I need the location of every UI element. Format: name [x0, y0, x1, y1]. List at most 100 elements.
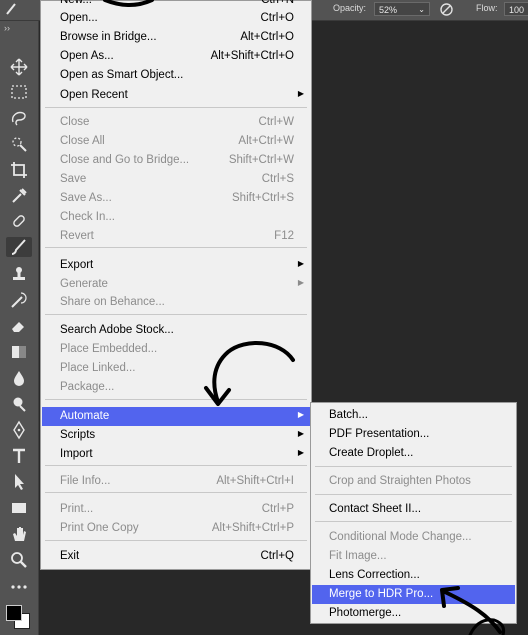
submenu-separator — [315, 466, 512, 467]
menu-separator — [45, 465, 307, 466]
menu-item-shortcut: Alt+Shift+Ctrl+O — [210, 50, 294, 62]
move-icon[interactable] — [6, 57, 32, 77]
menu-item-shortcut: Alt+Ctrl+O — [240, 31, 294, 43]
menu-separator — [45, 399, 307, 400]
menu-item-close-and-go-to-bridge: Close and Go to Bridge... Shift+Ctrl+W — [42, 151, 310, 170]
menu-item-file-info: File Info... Alt+Shift+Ctrl+I — [42, 472, 310, 491]
stamp-icon[interactable] — [6, 264, 32, 284]
menu-item-scripts[interactable]: Scripts ▶ — [42, 426, 310, 445]
eraser-icon[interactable] — [6, 316, 32, 336]
submenu-item-label: Photomerge... — [329, 607, 402, 619]
pen-icon[interactable] — [6, 420, 32, 440]
eyedropper-icon[interactable] — [6, 186, 32, 206]
marquee-icon[interactable] — [6, 82, 32, 102]
submenu-item-label: Conditional Mode Change... — [329, 531, 472, 543]
submenu-item-label: Batch... — [329, 409, 368, 421]
brush-preset-icon[interactable] — [4, 2, 18, 16]
submenu-item-pdf-presentation[interactable]: PDF Presentation... — [312, 425, 515, 444]
flow-value: 100 — [509, 5, 525, 15]
file-menu: New... Ctrl+N Open... Ctrl+O Browse in Bridg… — [40, 0, 312, 570]
submenu-arrow-icon: ▶ — [297, 278, 304, 287]
submenu-arrow-icon: ▶ — [297, 89, 304, 98]
menu-item-label: Check In... — [60, 211, 115, 223]
menu-item-label: Automate — [60, 410, 110, 422]
hand-icon[interactable] — [6, 524, 32, 544]
menu-item-label: New... — [60, 0, 92, 6]
submenu-item-label: Crop and Straighten Photos — [329, 475, 471, 487]
submenu-item-contact-sheet-ii[interactable]: Contact Sheet II... — [312, 500, 515, 519]
submenu-separator — [315, 494, 512, 495]
submenu-item-conditional-mode-change: Conditional Mode Change... — [312, 528, 515, 547]
submenu-item-photomerge[interactable]: Photomerge... — [312, 604, 515, 623]
menu-item-shortcut: Alt+Ctrl+W — [238, 135, 294, 147]
menu-item-save-as: Save As... Shift+Ctrl+S — [42, 189, 310, 208]
menu-item-label: Place Embedded... — [60, 343, 158, 355]
zoom-icon[interactable] — [6, 550, 32, 570]
menu-item-print: Print... Ctrl+P — [42, 500, 310, 519]
menu-item-shortcut: Ctrl+W — [258, 116, 294, 128]
menu-item-label: Package... — [60, 381, 115, 393]
submenu-item-batch[interactable]: Batch... — [312, 406, 515, 425]
menu-item-open-as[interactable]: Open As... Alt+Shift+Ctrl+O — [42, 47, 310, 66]
menu-item-shortcut: Ctrl+S — [261, 173, 294, 185]
menu-item-export[interactable]: Export ▶ — [42, 256, 310, 275]
menu-item-shortcut: Ctrl+P — [261, 503, 294, 515]
menu-item-share-on-behance: Share on Behance... — [42, 293, 310, 312]
opacity-field[interactable]: 52% ⌄ — [374, 2, 430, 16]
menu-item-label: Print One Copy — [60, 522, 139, 534]
menu-separator — [45, 107, 307, 108]
submenu-item-create-droplet[interactable]: Create Droplet... — [312, 444, 515, 463]
menu-item-import[interactable]: Import ▶ — [42, 445, 310, 464]
opacity-value: 52% — [379, 5, 398, 15]
submenu-item-lens-correction[interactable]: Lens Correction... — [312, 566, 515, 585]
submenu-item-label: Fit Image... — [329, 550, 387, 562]
panel-collapse-icon[interactable]: ›› — [4, 23, 10, 33]
menu-item-revert: Revert F12 — [42, 227, 310, 246]
submenu-item-merge-to-hdr-pro[interactable]: Merge to HDR Pro... — [312, 585, 515, 604]
menu-item-open[interactable]: Open... Ctrl+O — [42, 9, 310, 28]
menu-separator — [45, 540, 307, 541]
menu-item-shortcut: Ctrl+Q — [260, 550, 294, 562]
path-select-icon[interactable] — [6, 472, 32, 492]
brush-icon[interactable] — [6, 237, 32, 257]
menu-item-label: File Info... — [60, 475, 111, 487]
submenu-separator — [315, 521, 512, 522]
flow-field[interactable]: 100 — [504, 2, 528, 16]
menu-item-browse-in-bridge[interactable]: Browse in Bridge... Alt+Ctrl+O — [42, 28, 310, 47]
crop-icon[interactable] — [6, 160, 32, 180]
menu-item-label: Print... — [60, 503, 94, 515]
submenu-arrow-icon: ▶ — [297, 410, 304, 419]
menu-separator — [45, 492, 307, 493]
submenu-arrow-icon: ▶ — [297, 448, 304, 457]
menu-item-automate[interactable]: Automate ▶ — [42, 407, 310, 426]
dodge-icon[interactable] — [6, 394, 32, 414]
menu-item-shortcut: Shift+Ctrl+S — [232, 192, 294, 204]
menu-item-print-one-copy: Print One Copy Alt+Shift+Ctrl+P — [42, 519, 310, 538]
gradient-icon[interactable] — [6, 342, 32, 362]
menu-item-label: Close — [60, 116, 90, 128]
menu-item-exit[interactable]: Exit Ctrl+Q — [42, 547, 310, 566]
type-icon[interactable] — [6, 446, 32, 466]
menu-item-search-adobe-stock[interactable]: Search Adobe Stock... — [42, 321, 310, 340]
healing-brush-icon[interactable] — [6, 211, 32, 231]
menu-separator — [45, 247, 307, 248]
menu-item-close-all: Close All Alt+Ctrl+W — [42, 132, 310, 151]
menu-item-open-recent[interactable]: Open Recent ▶ — [42, 86, 310, 105]
blur-icon[interactable] — [6, 368, 32, 388]
tools-panel: ›› — [0, 21, 39, 635]
submenu-arrow-icon: ▶ — [297, 259, 304, 268]
color-swatches[interactable] — [4, 603, 34, 633]
menu-item-label: Revert — [60, 230, 94, 242]
menu-item-shortcut: Alt+Shift+Ctrl+I — [216, 475, 294, 487]
rectangle-icon[interactable] — [6, 498, 32, 518]
pressure-opacity-icon[interactable] — [439, 2, 454, 17]
lasso-icon[interactable] — [6, 108, 32, 128]
more-tools-icon[interactable] — [6, 577, 32, 597]
menu-item-label: Share on Behance... — [60, 296, 165, 308]
menu-item-place-embedded: Place Embedded... — [42, 340, 310, 359]
quick-select-icon[interactable] — [6, 134, 32, 154]
menu-item-open-as-smart-object[interactable]: Open as Smart Object... — [42, 66, 310, 85]
history-brush-icon[interactable] — [6, 290, 32, 310]
menu-item-label: Save — [60, 173, 87, 185]
chevron-down-icon: ⌄ — [418, 5, 425, 14]
